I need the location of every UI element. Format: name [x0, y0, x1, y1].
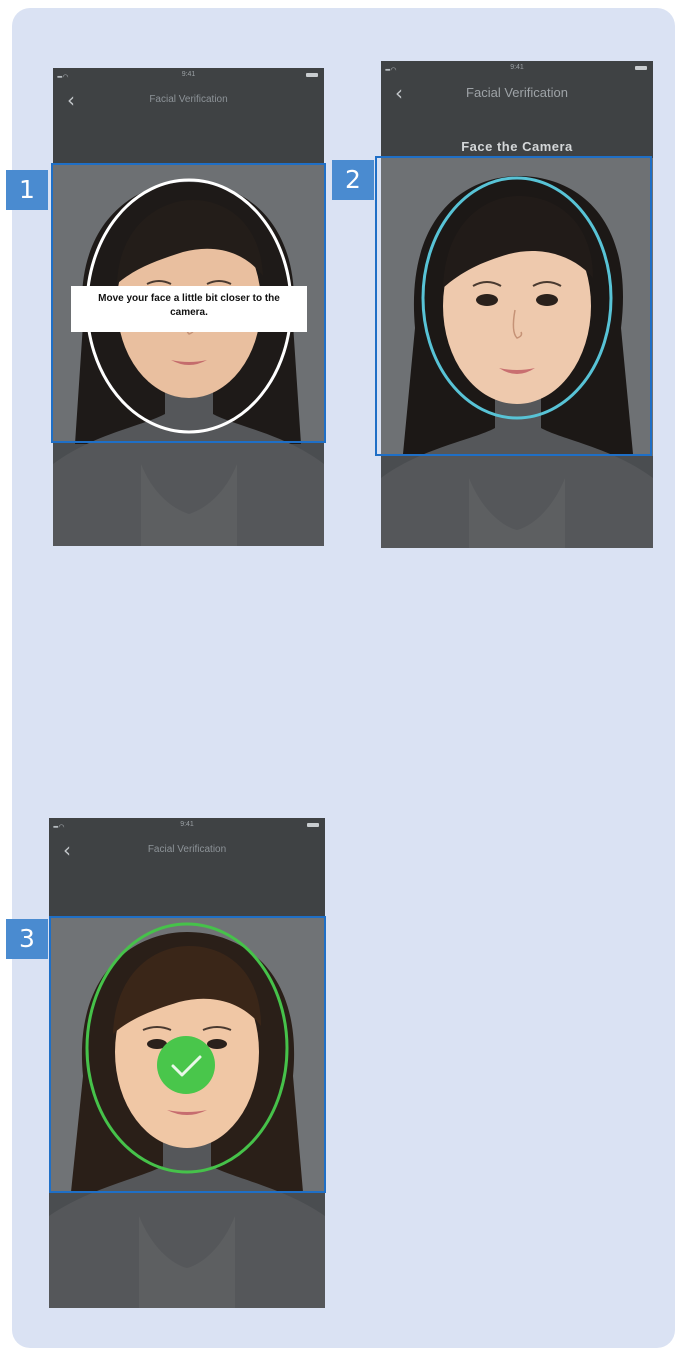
- step-badge-3: 3: [6, 919, 48, 959]
- status-bar: ▪▪▪ ◠ 9:41: [381, 61, 653, 75]
- status-bar: ▪▪▪ ◠ 9:41: [49, 818, 325, 832]
- highlight-box-2: [375, 156, 652, 456]
- battery-icon: [306, 73, 318, 77]
- highlight-box-3: [49, 916, 326, 1193]
- status-time: 9:41: [510, 64, 524, 71]
- step-badge-2: 2: [332, 160, 374, 200]
- battery-icon: [635, 66, 647, 70]
- screen-title: Facial Verification: [149, 94, 228, 105]
- app-bar: ‹ Facial Verification: [53, 82, 324, 118]
- app-bar: ‹ Facial Verification: [381, 75, 653, 111]
- screen-title: Facial Verification: [466, 85, 568, 100]
- chevron-left-icon[interactable]: ‹: [67, 82, 75, 118]
- app-bar: ‹ Facial Verification: [49, 832, 325, 868]
- battery-icon: [307, 823, 319, 827]
- step-badge-1: 1: [6, 170, 48, 210]
- instruction-text: Face the Camera: [461, 139, 573, 154]
- chevron-left-icon[interactable]: ‹: [63, 832, 71, 868]
- status-bar: ▪▪▪ ◠ 9:41: [53, 68, 324, 82]
- highlight-box-1: [51, 163, 326, 443]
- status-time: 9:41: [181, 71, 196, 78]
- status-time: 9:41: [180, 821, 194, 828]
- screen-title: Facial Verification: [147, 844, 227, 855]
- chevron-left-icon[interactable]: ‹: [395, 75, 403, 111]
